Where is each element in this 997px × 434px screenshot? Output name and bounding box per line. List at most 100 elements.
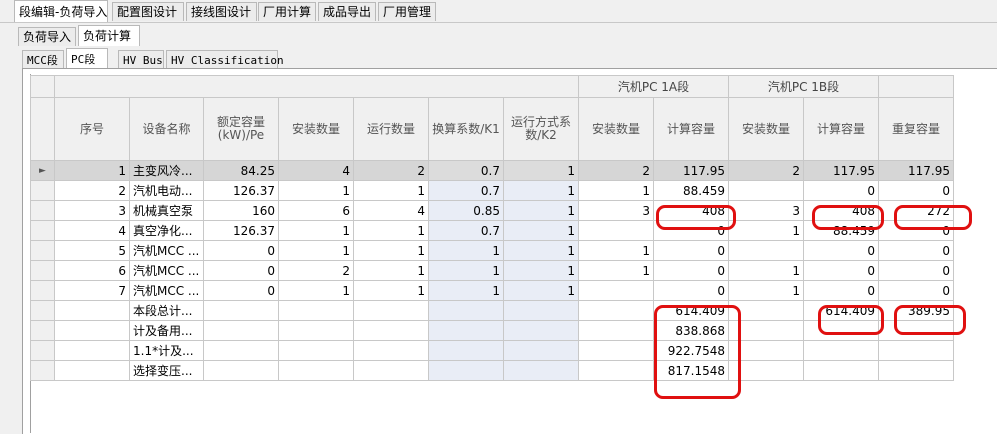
cell-repeat[interactable]: 0 (878, 260, 954, 281)
cell-running-qty[interactable]: 1 (353, 240, 429, 261)
col-header-1b-calc[interactable]: 计算容量 (803, 97, 879, 161)
cell-k1[interactable] (428, 340, 504, 361)
cell-running-qty[interactable]: 1 (353, 280, 429, 301)
row-indicator[interactable]: ► (30, 160, 55, 181)
cell-1a-installed[interactable] (578, 220, 654, 241)
cell-running-qty[interactable]: 2 (353, 160, 429, 181)
tab-plant-calc[interactable]: 厂用计算 (258, 2, 316, 21)
cell-1a-calc[interactable]: 0 (653, 260, 729, 281)
cell-running-qty[interactable]: 1 (353, 260, 429, 281)
cell-1b-installed[interactable]: 3 (728, 200, 804, 221)
cell-rated-capacity[interactable] (203, 320, 279, 341)
col-header-installed-qty[interactable]: 安装数量 (278, 97, 354, 161)
table-row[interactable]: 5 汽机MCC ... 0 1 1 1 1 1 0 0 0 (30, 240, 954, 261)
cell-installed-qty[interactable]: 1 (278, 240, 354, 261)
cell-k1[interactable]: 1 (428, 280, 504, 301)
table-row[interactable]: 选择变压... 817.1548 (30, 360, 954, 381)
tab-layout-design[interactable]: 配置图设计 (112, 2, 184, 21)
cell-running-qty[interactable]: 1 (353, 220, 429, 241)
cell-installed-qty[interactable]: 2 (278, 260, 354, 281)
cell-running-qty[interactable] (353, 340, 429, 361)
cell-k2[interactable] (503, 320, 579, 341)
cell-1a-calc[interactable]: 88.459 (653, 180, 729, 201)
cell-running-qty[interactable]: 4 (353, 200, 429, 221)
cell-installed-qty[interactable]: 6 (278, 200, 354, 221)
cell-1a-installed[interactable] (578, 340, 654, 361)
row-indicator[interactable] (30, 320, 55, 341)
cell-device-name[interactable]: 主变风冷... (129, 160, 204, 181)
cell-1b-calc[interactable]: 0 (803, 240, 879, 261)
cell-rated-capacity[interactable] (203, 340, 279, 361)
tab-hv-classification[interactable]: HV Classification (166, 50, 284, 69)
cell-seq[interactable]: 2 (54, 180, 130, 201)
cell-repeat[interactable] (878, 340, 954, 361)
cell-running-qty[interactable] (353, 320, 429, 341)
cell-k2[interactable] (503, 340, 579, 361)
cell-1b-installed[interactable] (728, 300, 804, 321)
tab-hv-bus[interactable]: HV Bus (118, 50, 164, 69)
cell-1a-calc[interactable]: 0 (653, 280, 729, 301)
cell-1b-calc[interactable] (803, 340, 879, 361)
col-header-running-qty[interactable]: 运行数量 (353, 97, 429, 161)
tab-output-export[interactable]: 成品导出 (318, 2, 376, 21)
cell-seq[interactable]: 4 (54, 220, 130, 241)
row-indicator[interactable] (30, 340, 55, 361)
cell-device-name[interactable]: 汽机MCC ... (129, 260, 204, 281)
cell-1b-calc[interactable]: 117.95 (803, 160, 879, 181)
table-row[interactable]: 计及备用... 838.868 (30, 320, 954, 341)
load-calc-grid[interactable]: 汽机PC 1A段 汽机PC 1B段 序号 设备名称 额定容量(kW)/Pe 安装… (30, 75, 954, 381)
cell-repeat[interactable]: 0 (878, 220, 954, 241)
cell-1b-calc[interactable] (803, 360, 879, 381)
cell-1b-calc[interactable]: 0 (803, 180, 879, 201)
cell-repeat[interactable]: 272 (878, 200, 954, 221)
cell-seq[interactable]: 1 (54, 160, 130, 181)
cell-rated-capacity[interactable]: 0 (203, 260, 279, 281)
cell-k2[interactable]: 1 (503, 240, 579, 261)
cell-k2[interactable] (503, 300, 579, 321)
cell-1b-installed[interactable]: 2 (728, 160, 804, 181)
col-header-seq[interactable]: 序号 (54, 97, 130, 161)
cell-k1[interactable]: 0.7 (428, 160, 504, 181)
cell-1a-calc[interactable]: 0 (653, 240, 729, 261)
tab-mcc-section[interactable]: MCC段 (22, 50, 64, 69)
cell-1b-calc[interactable]: 614.409 (803, 300, 879, 321)
cell-installed-qty[interactable] (278, 360, 354, 381)
cell-device-name[interactable]: 选择变压... (129, 360, 204, 381)
cell-1a-installed[interactable]: 1 (578, 180, 654, 201)
cell-k2[interactable]: 1 (503, 220, 579, 241)
cell-running-qty[interactable]: 1 (353, 180, 429, 201)
cell-k2[interactable] (503, 360, 579, 381)
cell-k1[interactable]: 0.7 (428, 180, 504, 201)
cell-1a-calc[interactable]: 0 (653, 220, 729, 241)
row-indicator[interactable] (30, 220, 55, 241)
cell-1a-installed[interactable] (578, 360, 654, 381)
cell-1a-calc[interactable]: 922.7548 (653, 340, 729, 361)
cell-seq[interactable]: 6 (54, 260, 130, 281)
tab-segment-edit[interactable]: 段编辑-负荷导入 (14, 0, 108, 22)
cell-1b-installed[interactable] (728, 340, 804, 361)
cell-rated-capacity[interactable] (203, 360, 279, 381)
cell-installed-qty[interactable]: 1 (278, 180, 354, 201)
table-row[interactable]: 2 汽机电动... 126.37 1 1 0.7 1 1 88.459 0 0 (30, 180, 954, 201)
col-header-1a-calc[interactable]: 计算容量 (653, 97, 729, 161)
cell-rated-capacity[interactable]: 160 (203, 200, 279, 221)
cell-installed-qty[interactable]: 4 (278, 160, 354, 181)
cell-1a-installed[interactable]: 2 (578, 160, 654, 181)
tab-load-import[interactable]: 负荷导入 (18, 27, 76, 46)
row-indicator[interactable] (30, 260, 55, 281)
col-header-1b-installed[interactable]: 安装数量 (728, 97, 804, 161)
cell-repeat[interactable] (878, 360, 954, 381)
cell-device-name[interactable]: 汽机电动... (129, 180, 204, 201)
cell-1b-installed[interactable] (728, 240, 804, 261)
cell-repeat[interactable]: 117.95 (878, 160, 954, 181)
cell-k1[interactable]: 0.7 (428, 220, 504, 241)
cell-seq[interactable]: 5 (54, 240, 130, 261)
cell-device-name[interactable]: 本段总计... (129, 300, 204, 321)
cell-1a-calc[interactable]: 408 (653, 200, 729, 221)
cell-1a-calc[interactable]: 838.868 (653, 320, 729, 341)
col-header-operation-k2[interactable]: 运行方式系数/K2 (503, 97, 579, 161)
table-row[interactable]: 6 汽机MCC ... 0 2 1 1 1 1 0 1 0 0 (30, 260, 954, 281)
cell-1a-calc[interactable]: 117.95 (653, 160, 729, 181)
cell-device-name[interactable]: 汽机MCC ... (129, 280, 204, 301)
cell-seq[interactable] (54, 300, 130, 321)
